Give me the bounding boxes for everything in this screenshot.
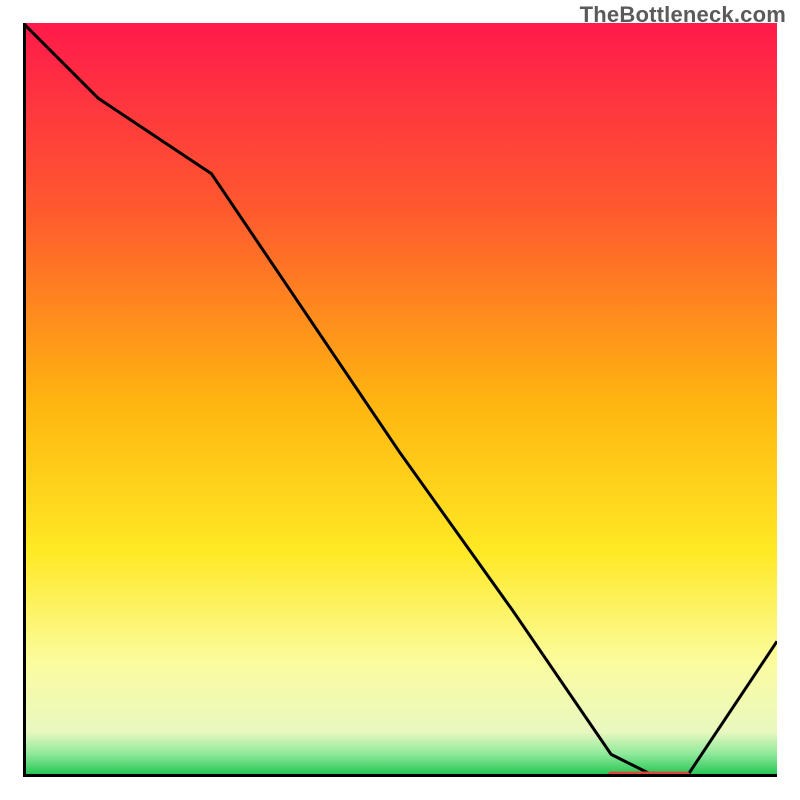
chart-svg: [23, 23, 777, 777]
chart-background: [23, 23, 777, 777]
chart-plot-area: [23, 23, 777, 777]
